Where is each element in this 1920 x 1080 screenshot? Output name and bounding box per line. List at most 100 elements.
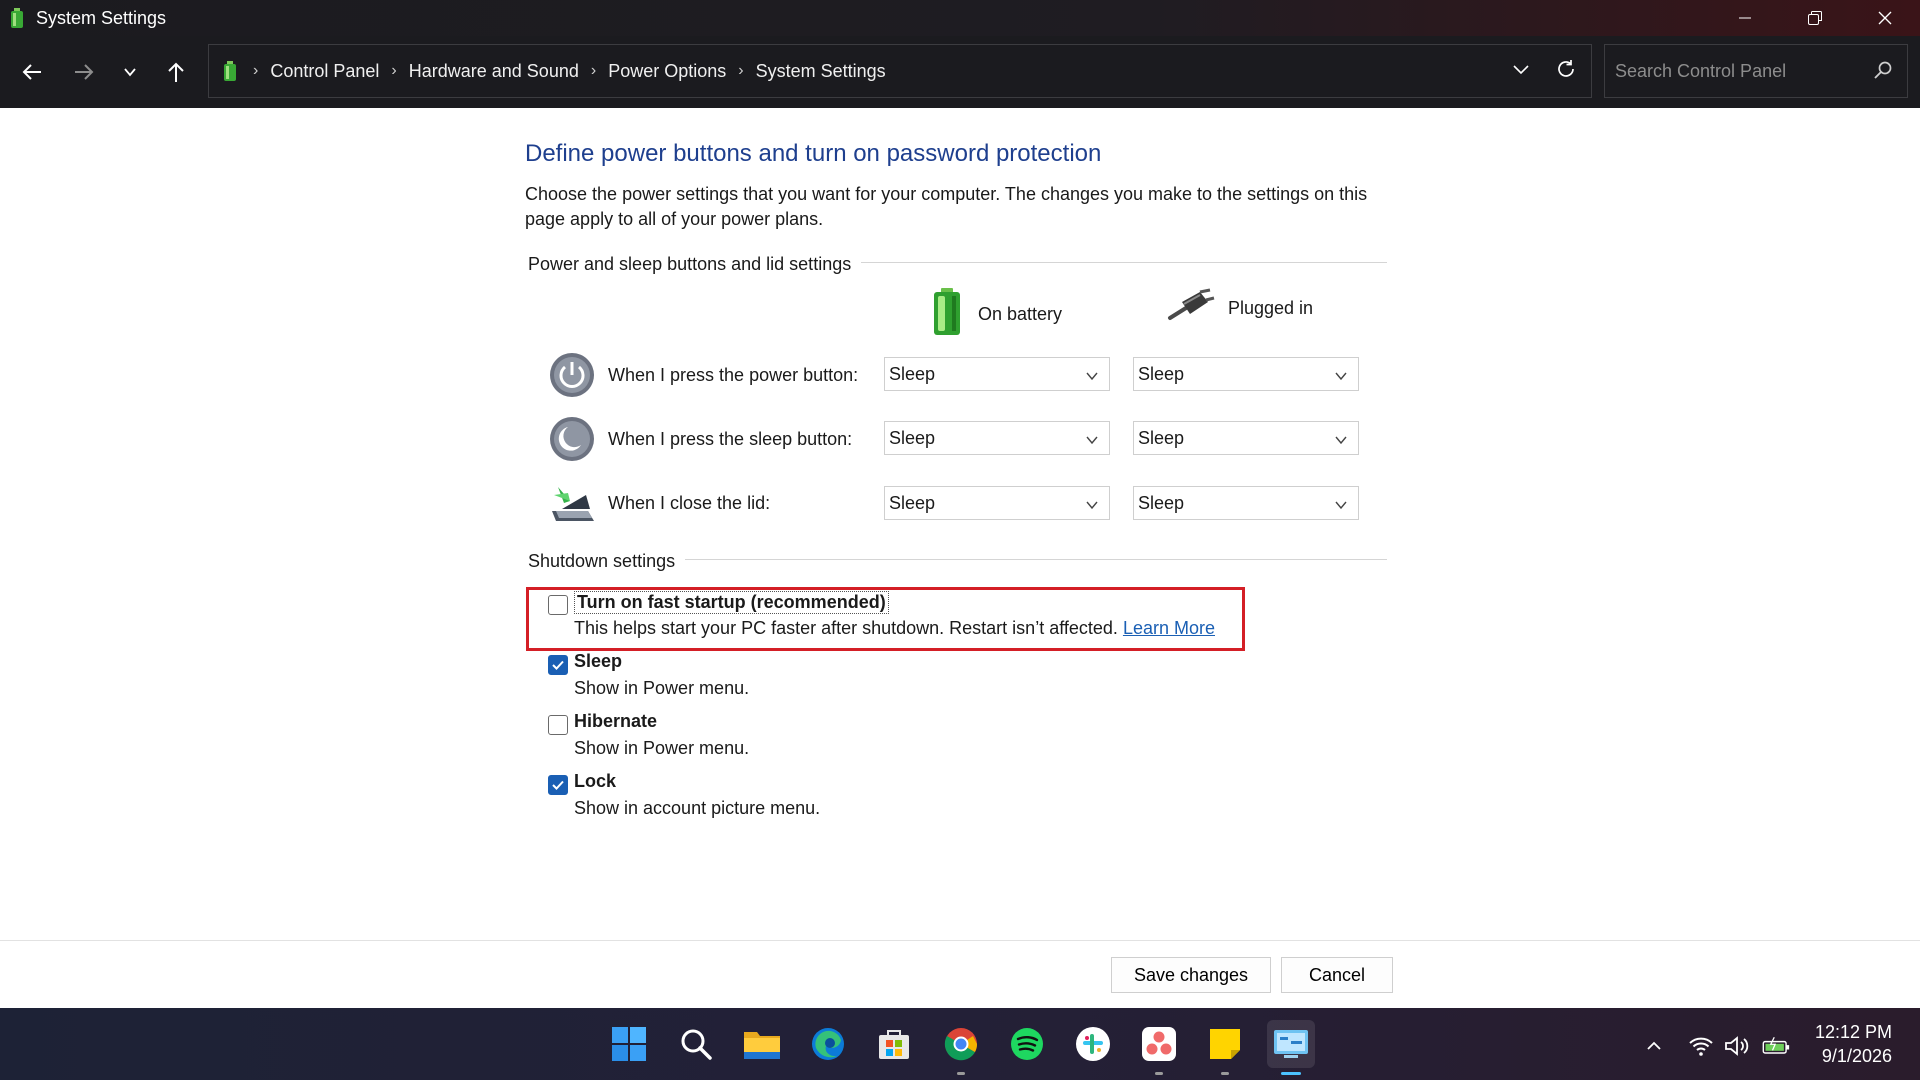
lid-label: When I close the lid:: [608, 492, 771, 513]
clock-date: 9/1/2026: [1821, 1046, 1892, 1066]
power-button-battery-select[interactable]: Sleep: [884, 357, 1110, 391]
power-options-icon: [223, 60, 241, 82]
control-panel-icon[interactable]: [1267, 1020, 1315, 1068]
sleep-button-label: When I press the sleep button:: [608, 428, 853, 449]
hibernate-checkbox[interactable]: [548, 715, 568, 735]
up-button[interactable]: [158, 54, 194, 90]
save-changes-button[interactable]: Save changes: [1111, 957, 1271, 993]
asana-icon[interactable]: [1135, 1020, 1183, 1068]
address-bar[interactable]: › Control Panel › Hardware and Sound › P…: [208, 44, 1592, 98]
recent-locations-chevron-icon[interactable]: [112, 54, 148, 90]
microsoft-store-icon[interactable]: [870, 1020, 918, 1068]
edge-icon[interactable]: [804, 1020, 852, 1068]
battery-charging-icon[interactable]: [1762, 1032, 1790, 1060]
search-icon[interactable]: [672, 1020, 720, 1068]
page-description: Choose the power settings that you want …: [525, 184, 1368, 229]
power-button-battery-value: Sleep: [889, 363, 936, 384]
power-plug-icon: [1166, 288, 1216, 329]
fast-startup-title[interactable]: Turn on fast startup (recommended): [574, 591, 889, 614]
running-indicator: [1155, 1072, 1163, 1075]
laptop-lid-icon: [548, 479, 596, 527]
sleep-button-plugged-select[interactable]: Sleep: [1133, 421, 1359, 455]
back-button[interactable]: [14, 54, 50, 90]
chevron-down-icon: [1085, 431, 1099, 452]
show-hidden-icons-chevron-icon[interactable]: [1640, 1032, 1668, 1060]
page-title: Define power buttons and turn on passwor…: [525, 140, 1102, 167]
power-button-label: When I press the power button:: [608, 364, 859, 385]
plugged-in-label: Plugged in: [1228, 298, 1314, 318]
sleep-option-title[interactable]: Sleep: [574, 651, 622, 672]
refresh-icon[interactable]: [1555, 58, 1577, 85]
plugged-in-column-header: Plugged in: [1166, 288, 1313, 329]
battery-icon: [930, 288, 964, 341]
running-indicator: [957, 1072, 965, 1075]
chevron-down-icon: [1085, 496, 1099, 517]
lid-plugged-value: Sleep: [1138, 492, 1185, 513]
sleep-button-battery-select[interactable]: Sleep: [884, 421, 1110, 455]
volume-icon[interactable]: [1723, 1032, 1751, 1060]
shutdown-group-label: Shutdown settings: [528, 551, 686, 572]
power-buttons-group-label: Power and sleep buttons and lid settings: [528, 254, 862, 275]
slack-icon[interactable]: [1069, 1020, 1117, 1068]
fast-startup-description: This helps start your PC faster after sh…: [574, 618, 1215, 639]
chevron-down-icon: [1085, 367, 1099, 388]
group-divider: [860, 262, 1387, 263]
chevron-down-icon: [1334, 431, 1348, 452]
learn-more-link[interactable]: Learn More: [1123, 618, 1215, 638]
breadcrumb-control-panel[interactable]: Control Panel: [270, 61, 379, 82]
lock-checkbox[interactable]: [548, 775, 568, 795]
clock-time: 12:12 PM: [1814, 1022, 1892, 1042]
active-indicator: [1281, 1072, 1301, 1075]
power-button-row: When I press the power button:: [548, 350, 858, 400]
on-battery-column-header: On battery: [930, 288, 1062, 341]
file-explorer-icon[interactable]: [738, 1020, 786, 1068]
taskbar-clock[interactable]: 12:12 PM 9/1/2026: [1815, 1020, 1892, 1068]
breadcrumb-separator-icon: ›: [590, 62, 597, 79]
breadcrumb-separator-icon: ›: [253, 62, 259, 79]
cancel-button[interactable]: Cancel: [1281, 957, 1393, 993]
window-title: System Settings: [36, 7, 167, 28]
running-indicator: [1221, 1072, 1229, 1075]
breadcrumb: › Control Panel › Hardware and Sound › P…: [241, 61, 886, 82]
breadcrumb-hardware-and-sound[interactable]: Hardware and Sound: [409, 61, 579, 82]
hibernate-option-subtitle: Show in Power menu.: [574, 738, 750, 758]
content-pane: Define power buttons and turn on passwor…: [0, 108, 1920, 993]
breadcrumb-power-options[interactable]: Power Options: [608, 61, 726, 82]
forward-button[interactable]: [66, 54, 102, 90]
spotify-icon[interactable]: [1003, 1020, 1051, 1068]
sticky-notes-icon[interactable]: [1201, 1020, 1249, 1068]
chrome-icon[interactable]: [937, 1020, 985, 1068]
search-box[interactable]: [1604, 44, 1908, 98]
restore-button[interactable]: [1780, 0, 1850, 36]
fast-startup-checkbox[interactable]: [548, 595, 568, 615]
search-icon[interactable]: [1873, 60, 1893, 85]
sleep-option-subtitle: Show in Power menu.: [574, 678, 750, 698]
lid-battery-select[interactable]: Sleep: [884, 486, 1110, 520]
fast-startup-subtitle: This helps start your PC faster after sh…: [574, 618, 1118, 638]
close-button[interactable]: [1850, 0, 1920, 36]
group-divider: [682, 559, 1387, 560]
hibernate-option-title[interactable]: Hibernate: [574, 711, 657, 732]
breadcrumb-system-settings[interactable]: System Settings: [756, 61, 886, 82]
address-dropdown-chevron-icon[interactable]: [1511, 59, 1531, 84]
lock-option-title[interactable]: Lock: [574, 771, 616, 792]
battery-app-icon: [6, 7, 28, 29]
breadcrumb-separator-icon: ›: [738, 62, 744, 79]
minimize-button[interactable]: [1710, 0, 1780, 36]
lid-row: When I close the lid:: [548, 478, 770, 528]
chevron-down-icon: [1334, 367, 1348, 388]
start-icon[interactable]: [605, 1020, 653, 1068]
search-input[interactable]: [1615, 60, 1855, 82]
breadcrumb-separator-icon: ›: [391, 62, 397, 79]
wifi-icon[interactable]: [1687, 1032, 1715, 1060]
power-button-plugged-select[interactable]: Sleep: [1133, 357, 1359, 391]
sleep-button-icon: [548, 415, 596, 463]
taskbar: 12:12 PM 9/1/2026: [0, 1008, 1920, 1080]
sleep-button-battery-value: Sleep: [889, 427, 936, 448]
sleep-button-row: When I press the sleep button:: [548, 414, 852, 464]
chevron-down-icon: [1334, 496, 1348, 517]
lid-plugged-select[interactable]: Sleep: [1133, 486, 1359, 520]
sleep-button-plugged-value: Sleep: [1138, 427, 1185, 448]
sleep-checkbox[interactable]: [548, 655, 568, 675]
title-bar: System Settings: [0, 0, 1920, 36]
